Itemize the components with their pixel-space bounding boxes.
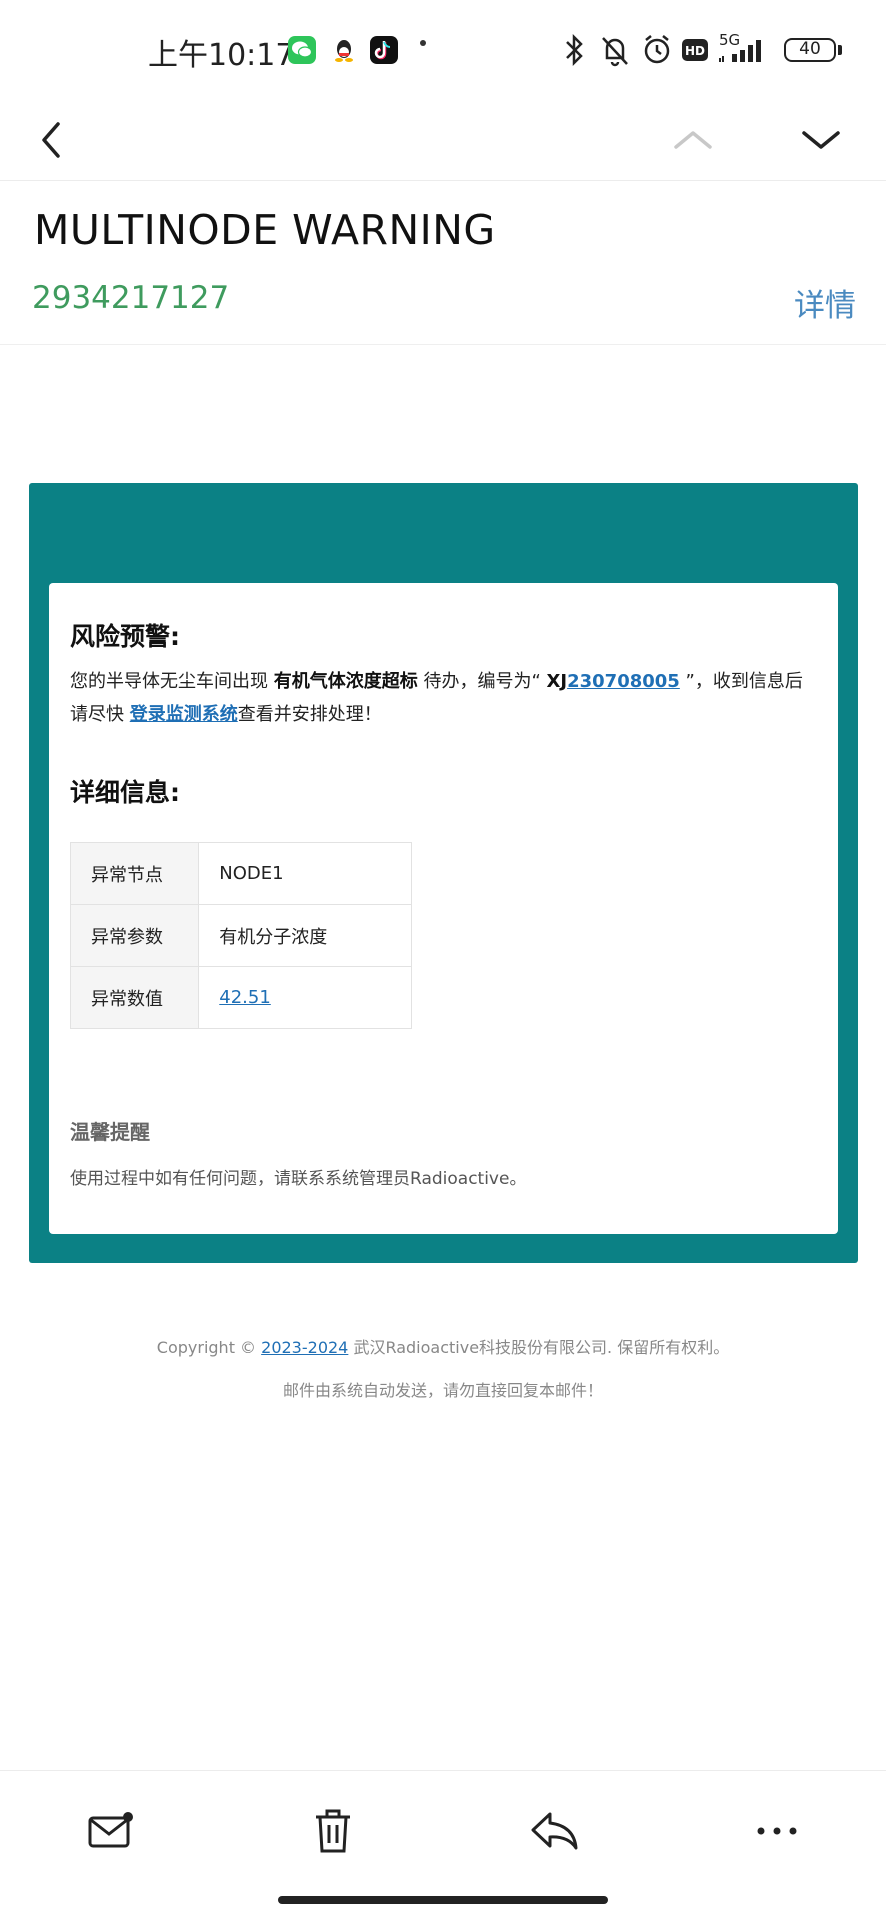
battery-tip <box>838 45 842 55</box>
table-cell-label: 异常参数 <box>69 904 200 967</box>
hd-icon: HD <box>682 39 708 61</box>
notification-dot <box>420 40 426 46</box>
back-button[interactable] <box>16 100 86 180</box>
previous-mail-button[interactable] <box>658 100 728 180</box>
tip-title: 温馨提醒 <box>70 1120 150 1144</box>
warning-text-4: 查看并安排处理！ <box>237 704 382 725</box>
wechat-icon <box>288 36 316 64</box>
details-link[interactable]: 详情 <box>794 280 856 325</box>
chevron-up-icon <box>674 131 712 149</box>
ticket-prefix: XJ <box>546 671 568 692</box>
more-button[interactable] <box>742 1801 812 1861</box>
alarm-icon <box>644 35 670 64</box>
details-table: 异常节点 NODE1 异常参数 有机分子浓度 异常数值 42.51 <box>69 842 412 1029</box>
warning-title: 风险预警: <box>70 622 180 651</box>
copyright-prefix: Copyright © <box>156 1338 262 1357</box>
table-cell-label: 异常数值 <box>69 966 200 1029</box>
bluetooth-icon <box>566 33 583 67</box>
trash-icon <box>316 1809 350 1853</box>
battery-indicator: 40 <box>784 38 836 62</box>
mail-card: 风险预警: 您的半导体无尘车间出现 有机气体浓度超标 待办，编号为“ XJ230… <box>49 583 838 1234</box>
home-indicator[interactable] <box>278 1896 608 1904</box>
bell-muted-icon <box>602 37 628 67</box>
header-divider <box>0 344 886 345</box>
details-title: 详细信息: <box>70 778 180 807</box>
tip-text: 使用过程中如有任何问题，请联系系统管理员Radioactive。 <box>70 1169 527 1189</box>
table-cell-label: 异常节点 <box>69 842 200 905</box>
mark-unread-button[interactable] <box>76 1801 146 1861</box>
qq-icon <box>330 36 358 64</box>
table-cell-value: NODE1 <box>198 842 412 905</box>
more-icon <box>757 1827 797 1835</box>
warning-text-2: 待办，编号为“ <box>417 671 547 692</box>
mail-subject: MULTINODE WARNING <box>34 206 496 254</box>
delete-button[interactable] <box>298 1801 368 1861</box>
chevron-down-icon <box>802 131 840 149</box>
tiktok-icon <box>370 36 398 64</box>
reply-button[interactable] <box>520 1801 590 1861</box>
table-row: 异常节点 NODE1 <box>69 842 412 905</box>
table-cell-value: 42.51 <box>198 966 412 1029</box>
svg-text:HD: HD <box>685 44 705 58</box>
warning-text-1: 您的半导体无尘车间出现 <box>70 671 274 692</box>
ticket-number-link[interactable]: 230708005 <box>567 671 680 692</box>
warning-text: 您的半导体无尘车间出现 有机气体浓度超标 待办，编号为“ XJ230708005… <box>70 665 820 731</box>
mail-sender[interactable]: 2934217127 <box>32 280 229 316</box>
login-system-link[interactable]: 登录监测系统 <box>130 704 238 725</box>
table-row: 异常数值 42.51 <box>69 966 412 1029</box>
table-cell-value: 有机分子浓度 <box>198 904 412 967</box>
signal-icon <box>719 40 761 62</box>
copyright-years-link[interactable]: 2023-2024 <box>261 1338 348 1357</box>
chevron-left-icon <box>42 122 60 158</box>
mail-unread-icon <box>88 1812 133 1848</box>
status-time: 上午10:17 <box>148 38 295 73</box>
copyright-line: Copyright © 2023-2024 武汉Radioactive科技股份有… <box>0 1334 886 1358</box>
copyright-company: 武汉Radioactive科技股份有限公司. 保留所有权利。 <box>348 1338 730 1357</box>
warning-bold: 有机气体浓度超标 <box>273 671 418 692</box>
top-navigation <box>0 100 886 181</box>
abnormal-value-link[interactable]: 42.51 <box>219 987 271 1008</box>
bottom-action-bar <box>0 1770 886 1889</box>
status-bar: 上午10:17 HD 5G 40 <box>0 0 886 100</box>
mail-frame: 风险预警: 您的半导体无尘车间出现 有机气体浓度超标 待办，编号为“ XJ230… <box>29 483 858 1263</box>
next-mail-button[interactable] <box>786 100 856 180</box>
reply-icon <box>531 1812 578 1850</box>
auto-send-note: 邮件由系统自动发送，请勿直接回复本邮件！ <box>282 1381 603 1400</box>
table-row: 异常参数 有机分子浓度 <box>69 904 412 967</box>
